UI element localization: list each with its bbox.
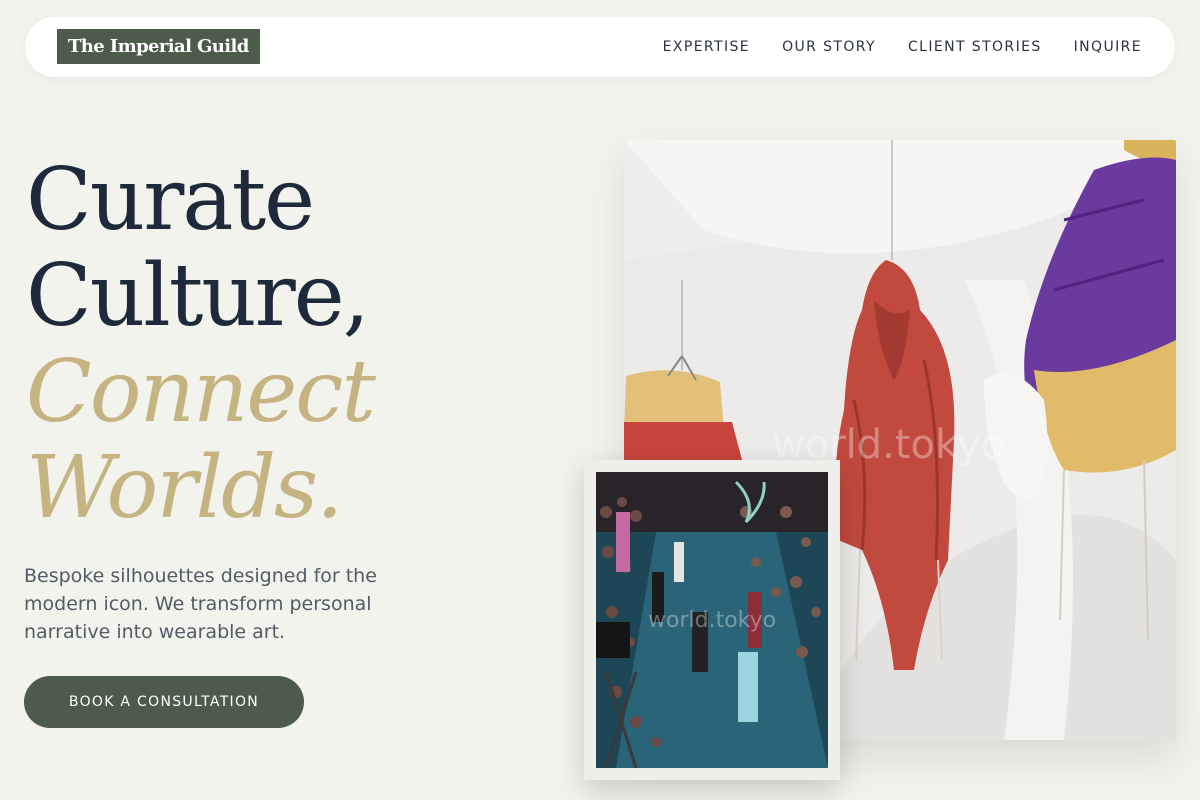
nav-link-our-story[interactable]: OUR STORY: [782, 39, 876, 55]
hero-title: Curate Culture, Connect Worlds.: [26, 150, 376, 538]
top-navigation-bar: The Imperial Guild EXPERTISE OUR STORY C…: [25, 17, 1175, 77]
runway-photo-frame: world.tokyo: [584, 460, 840, 780]
nav-link-inquire[interactable]: INQUIRE: [1074, 39, 1142, 55]
runway-photo: world.tokyo: [596, 472, 828, 768]
nav-link-client-stories[interactable]: CLIENT STORIES: [908, 39, 1042, 55]
brand-logo[interactable]: The Imperial Guild: [57, 29, 260, 64]
runway-photo-illustration: [596, 472, 828, 768]
nav-link-expertise[interactable]: EXPERTISE: [663, 39, 750, 55]
hero-title-line: Curate: [26, 150, 315, 250]
hero-title-line: Culture,: [26, 246, 370, 346]
nav-links: EXPERTISE OUR STORY CLIENT STORIES INQUI…: [663, 17, 1142, 77]
hero-title-accent-line: Worlds.: [26, 438, 343, 538]
hero-title-accent-line: Connect: [26, 342, 376, 442]
hero-subtitle: Bespoke silhouettes designed for the mod…: [24, 565, 377, 643]
book-consultation-button[interactable]: BOOK A CONSULTATION: [24, 676, 304, 728]
